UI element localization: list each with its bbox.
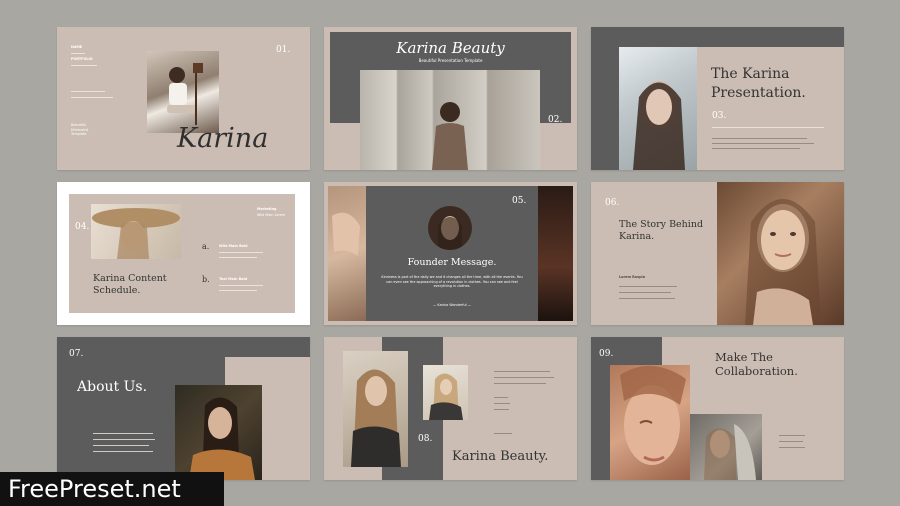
slide-9-number: 09. [599, 349, 614, 359]
body-text-line [93, 433, 153, 434]
body-text-line [779, 447, 805, 448]
body-text-line [712, 143, 814, 144]
slide-1-number: 01. [276, 45, 291, 55]
model-figure-illustration [432, 102, 468, 170]
body-text-line [494, 383, 546, 384]
slide-2-photo [360, 70, 540, 170]
slide-3-number: 03. [712, 111, 727, 121]
watermark-logo: FreePreset.net [0, 472, 224, 506]
body-text-line [619, 286, 677, 287]
model-figure-illustration [704, 424, 756, 480]
slide-5-number: 05. [512, 196, 527, 206]
slide-6-title: The Story Behind Karina. [619, 219, 704, 242]
portrait-illustration [189, 397, 255, 480]
slide-5-right-photo [538, 186, 573, 321]
body-text-line [494, 409, 509, 410]
slide-1-meta-portfolio: PORTFOLIO [71, 57, 93, 61]
portrait-illustration [620, 365, 686, 465]
body-text-line [779, 435, 805, 436]
slide-1[interactable]: NAME PORTFOLIO Beautiful Minimalist Temp… [57, 27, 310, 170]
slide-4-side-sub: Wild Main Lorem [257, 213, 286, 217]
slide-9-photo-large [610, 365, 690, 480]
slide-9-title: Make The Collaboration. [715, 350, 798, 378]
portrait-illustration [438, 216, 462, 250]
model-figure-illustration [633, 81, 685, 170]
body-text-line [494, 371, 550, 372]
portrait-illustration [745, 199, 821, 325]
slide-8-title: Karina Beauty. [452, 449, 549, 464]
slide-6-mini-label: Lorem Rospin [619, 275, 646, 279]
slide-5-title: Founder Message. [407, 257, 497, 268]
slide-1-meta-name: NAME [71, 45, 83, 49]
divider [71, 53, 85, 54]
body-text-line [494, 433, 512, 434]
dark-band [591, 27, 619, 170]
slide-4-title: Karina Content Schedule. [93, 273, 167, 296]
slide-3-title: The Karina Presentation. [711, 66, 806, 101]
body-text-line [93, 439, 155, 440]
slide-4[interactable]: 04. Karina Content Schedule. a. Wild Mai… [57, 182, 310, 325]
slide-6-number: 06. [605, 198, 620, 208]
body-text-line [494, 397, 508, 398]
slide-1-side-text: Beautiful Minimalist Template [71, 123, 89, 136]
slide-4-photo [91, 204, 181, 259]
slide-9-photo-small [690, 414, 762, 480]
slide-4-number: 04. [75, 222, 90, 232]
slide-7-photo [175, 385, 262, 480]
slide-5[interactable]: 05. Founder Message. Kindness is part of… [324, 182, 577, 325]
slide-4-item-b-heading: Text Main Bold [219, 277, 248, 281]
slide-4-side-heading: Marketing [257, 207, 277, 211]
divider [71, 65, 97, 66]
slide-4-item-b: b. [202, 275, 210, 284]
divider [71, 97, 113, 98]
hand-illustration [332, 212, 360, 256]
body-text-line [619, 292, 671, 293]
slide-8-photo-small [423, 365, 468, 420]
body-text-line [93, 445, 149, 446]
slide-2-number: 02. [548, 115, 563, 125]
slide-5-signature: — Karina Wonderful — [432, 303, 472, 307]
slide-8-photo-large [343, 351, 408, 467]
slide-6-photo [717, 182, 844, 325]
slide-7-title: About Us. [77, 379, 148, 395]
divider [712, 127, 824, 128]
body-text-line [494, 403, 510, 404]
body-text-line [779, 441, 803, 442]
slide-4-item-a: a. [202, 242, 210, 251]
slide-6[interactable]: 06. The Story Behind Karina. Lorem Rospi… [591, 182, 844, 325]
body-text-line [494, 377, 554, 378]
slide-8[interactable]: 08. Karina Beauty. [324, 337, 577, 480]
slide-5-body: Kindness is part of the daily we and it … [381, 275, 523, 288]
model-figure-illustration [92, 208, 180, 259]
body-text-line [619, 298, 675, 299]
slide-2-title: Karina Beauty [396, 39, 505, 57]
body-text-line [712, 148, 800, 149]
slide-2[interactable]: Karina Beauty Beautiful Presentation Tem… [324, 27, 577, 170]
model-figure-illustration [351, 369, 401, 467]
slide-7-number: 07. [69, 349, 84, 359]
divider [219, 290, 257, 291]
divider [71, 91, 105, 92]
slide-1-title: Karina [177, 123, 269, 154]
slide-5-portrait [428, 206, 472, 250]
body-text-line [712, 138, 807, 139]
model-figure-illustration [429, 373, 463, 420]
slide-3-photo [619, 47, 697, 170]
dark-band [591, 27, 844, 47]
slide-8-number: 08. [418, 434, 433, 444]
slide-9[interactable]: 09. Make The Collaboration. [591, 337, 844, 480]
slide-3[interactable]: The Karina Presentation. 03. [591, 27, 844, 170]
model-figure-illustration [167, 63, 203, 125]
slide-4-item-a-heading: Wild Main Bold [219, 244, 248, 248]
slide-5-left-photo [328, 186, 366, 321]
divider [219, 285, 263, 286]
divider [219, 252, 263, 253]
slide-1-photo [147, 51, 219, 133]
slide-2-subtitle: Beautiful Presentation Template [418, 58, 483, 63]
divider [219, 257, 257, 258]
slide-7[interactable]: 07. About Us. [57, 337, 310, 480]
body-text-line [93, 451, 153, 452]
